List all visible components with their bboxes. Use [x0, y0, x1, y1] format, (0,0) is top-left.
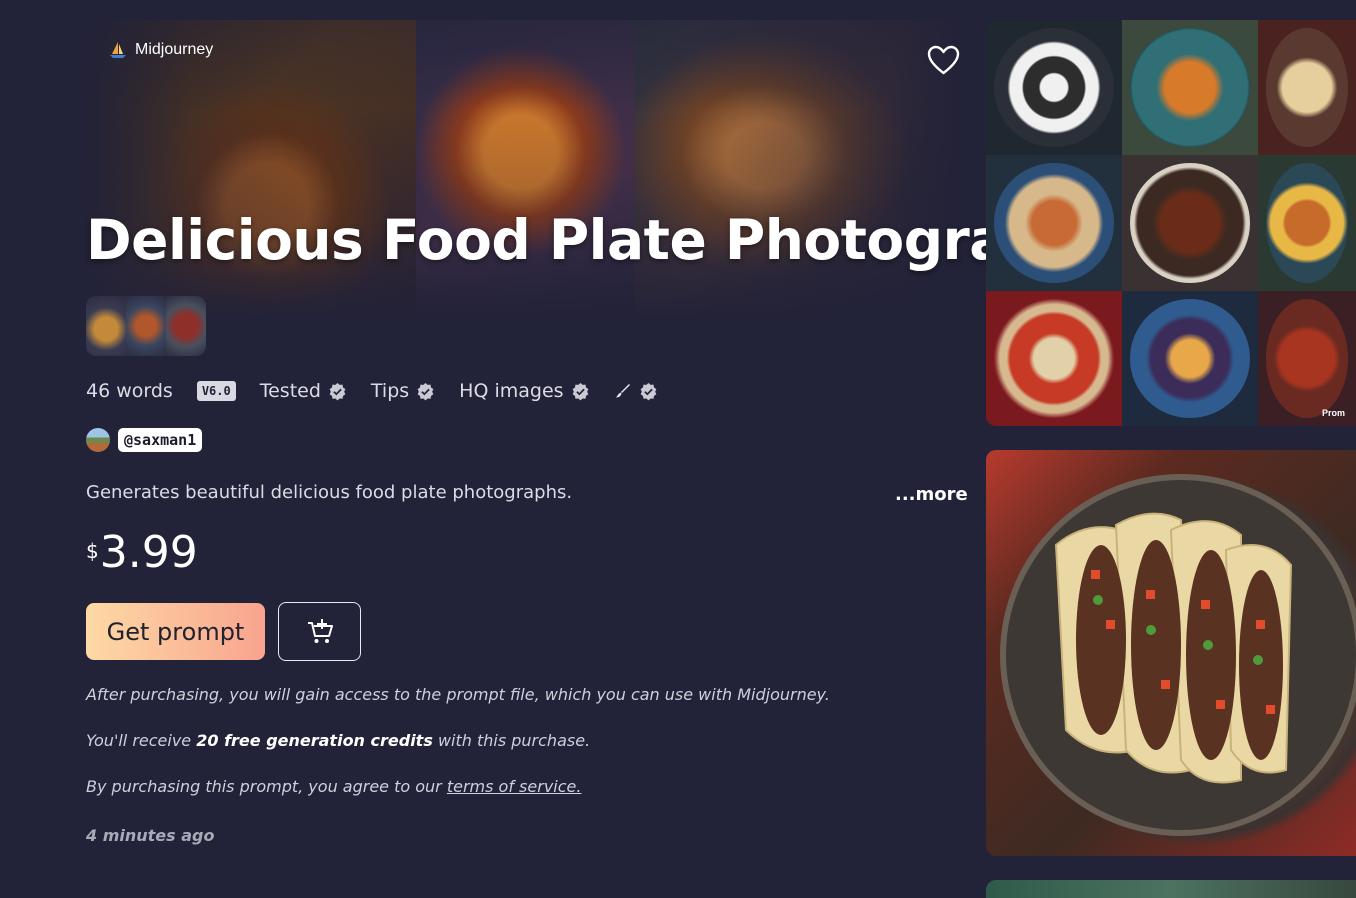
feature-hq-images: HQ images — [459, 380, 589, 402]
noodles-image[interactable] — [1122, 155, 1258, 291]
thumbnail-2[interactable] — [126, 296, 166, 356]
next-image-preview[interactable] — [986, 880, 1356, 898]
brush-icon — [615, 384, 630, 398]
get-prompt-button[interactable]: Get prompt — [86, 603, 265, 660]
midjourney-boat-icon — [110, 42, 126, 58]
page-title: Delicious Food Plate Photography — [86, 208, 1119, 272]
more-link[interactable]: ...more — [895, 484, 968, 505]
version-badge-item: V6.0 — [196, 381, 236, 401]
tacos-image[interactable] — [1258, 20, 1356, 155]
verified-check-icon — [640, 382, 656, 400]
credits-suffix: with this purchase. — [432, 731, 591, 750]
feature-tested: Tested — [260, 380, 347, 402]
version-badge: V6.0 — [196, 381, 236, 401]
featured-tacos-image[interactable] — [986, 450, 1356, 856]
price-amount: 3.99 — [99, 527, 198, 578]
model-name: Midjourney — [135, 41, 214, 58]
hero-fade-overlay — [86, 20, 961, 320]
word-count-label: 46 words — [86, 380, 173, 402]
heart-icon[interactable] — [927, 45, 960, 76]
purchase-info: After purchasing, you will gain access t… — [86, 685, 830, 704]
model-label[interactable]: Midjourney — [108, 40, 213, 60]
feature-list: 46 words V6.0 Tested Tips HQ images — [86, 380, 682, 402]
feature-edit — [614, 382, 658, 401]
feature-tips: Tips — [371, 380, 435, 402]
verified-check-icon — [417, 382, 434, 400]
watermark-label: Prom — [1322, 408, 1346, 418]
avatar[interactable] — [86, 428, 110, 452]
cart-plus-icon — [307, 618, 333, 643]
thumbnail-3[interactable] — [166, 296, 206, 356]
paella-image[interactable] — [1122, 20, 1258, 155]
credits-prefix: You'll receive — [86, 731, 197, 750]
hero-banner — [86, 20, 961, 320]
author-handle[interactable]: @saxman1 — [118, 428, 203, 452]
sushi-image[interactable] — [986, 20, 1122, 155]
feature-hq-images-label: HQ images — [459, 380, 564, 402]
chicken-image[interactable]: Prom — [1258, 291, 1356, 426]
timestamp: 4 minutes ago — [86, 826, 215, 845]
credits-info: You'll receive 20 free generation credit… — [86, 731, 590, 750]
add-to-cart-button[interactable] — [278, 602, 361, 661]
feature-tips-label: Tips — [370, 380, 410, 402]
pizza-image[interactable] — [986, 291, 1122, 426]
feature-tested-label: Tested — [259, 380, 321, 402]
verified-check-icon — [572, 382, 588, 400]
tos-info: By purchasing this prompt, you agree to … — [86, 777, 581, 796]
thumbnail-1[interactable] — [86, 296, 126, 356]
burger-image[interactable] — [1258, 155, 1356, 291]
verified-check-icon — [329, 382, 346, 400]
tos-prefix: By purchasing this prompt, you agree to … — [86, 777, 447, 796]
author[interactable]: @saxman1 — [86, 428, 203, 452]
credits-highlight: 20 free generation credits — [196, 731, 433, 750]
word-count: 46 words — [86, 380, 173, 402]
terms-of-service-link[interactable]: terms of service. — [447, 777, 582, 796]
shrimp-pasta-image[interactable] — [986, 155, 1122, 291]
tacos-illustration — [1000, 474, 1356, 836]
price: $ 3.99 — [86, 527, 198, 578]
pancakes-image[interactable] — [1122, 291, 1258, 426]
description: Generates beautiful delicious food plate… — [86, 482, 573, 503]
preview-thumbnails[interactable] — [86, 296, 206, 356]
example-image-grid[interactable]: Prom — [986, 20, 1356, 426]
price-currency: $ — [86, 539, 99, 563]
